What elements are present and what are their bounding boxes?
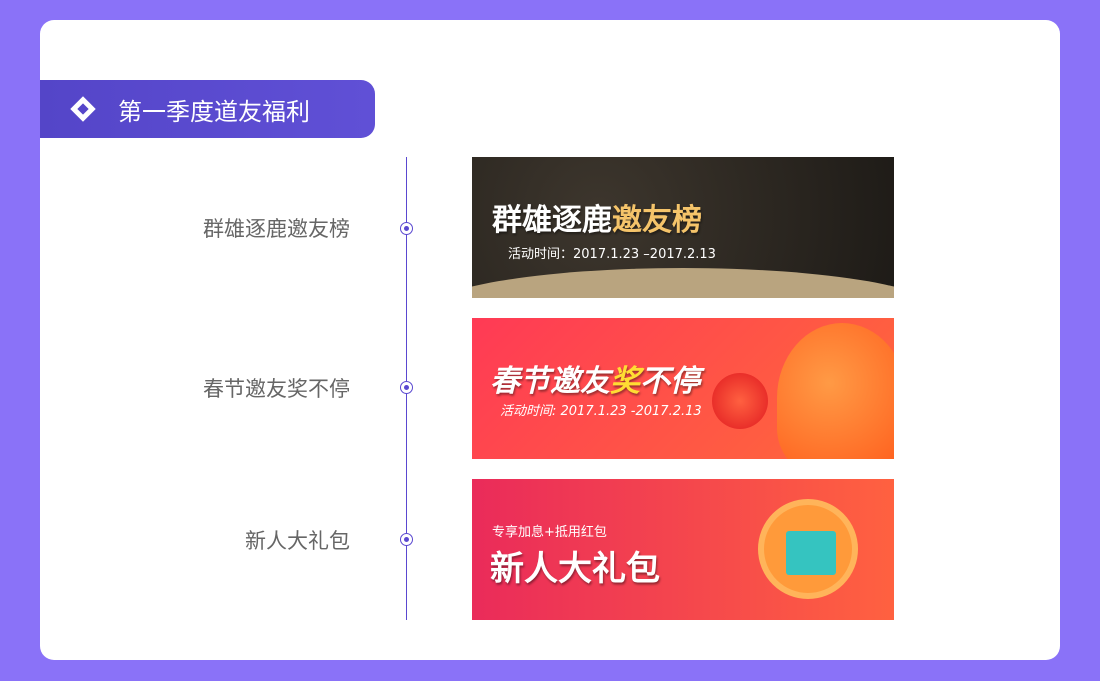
section-header: 第一季度道友福利	[40, 80, 375, 138]
banner-subtitle: 专享加息+抵用红包	[492, 525, 607, 540]
banner-newcomer-gift[interactable]: 专享加息+抵用红包 新人大礼包	[472, 479, 894, 620]
timeline-label: 新人大礼包	[245, 529, 350, 553]
gift-icon	[758, 499, 858, 599]
banner-title-highlight: 邀友榜	[612, 203, 702, 238]
timeline-dot	[400, 533, 413, 546]
lantern-graphic	[712, 373, 768, 429]
banner-spring-festival[interactable]: 春节邀友奖不停 活动时间: 2017.1.23 -2017.2.13	[472, 318, 894, 459]
banner-date: 活动时间: 2017.1.23 -2017.2.13	[500, 404, 702, 419]
banner-title: 群雄逐鹿	[492, 203, 612, 238]
banner-title: 春节邀友	[490, 364, 610, 399]
diamond-icon	[70, 96, 96, 122]
timeline-dot	[400, 222, 413, 235]
ground-graphic	[472, 268, 894, 298]
timeline-label: 群雄逐鹿邀友榜	[203, 217, 350, 241]
timeline-dot	[400, 381, 413, 394]
banner-title-highlight: 奖	[610, 364, 640, 399]
banner-title-end: 不停	[640, 364, 700, 399]
mascot-graphic	[777, 323, 894, 459]
banner-title: 新人大礼包	[490, 549, 660, 589]
section-title: 第一季度道友福利	[118, 97, 310, 126]
timeline-label: 春节邀友奖不停	[203, 377, 350, 401]
banner-invite-ranking[interactable]: 群雄逐鹿邀友榜 活动时间：2017.1.23 –2017.2.13	[472, 157, 894, 298]
banner-date: 活动时间：2017.1.23 –2017.2.13	[508, 247, 716, 262]
